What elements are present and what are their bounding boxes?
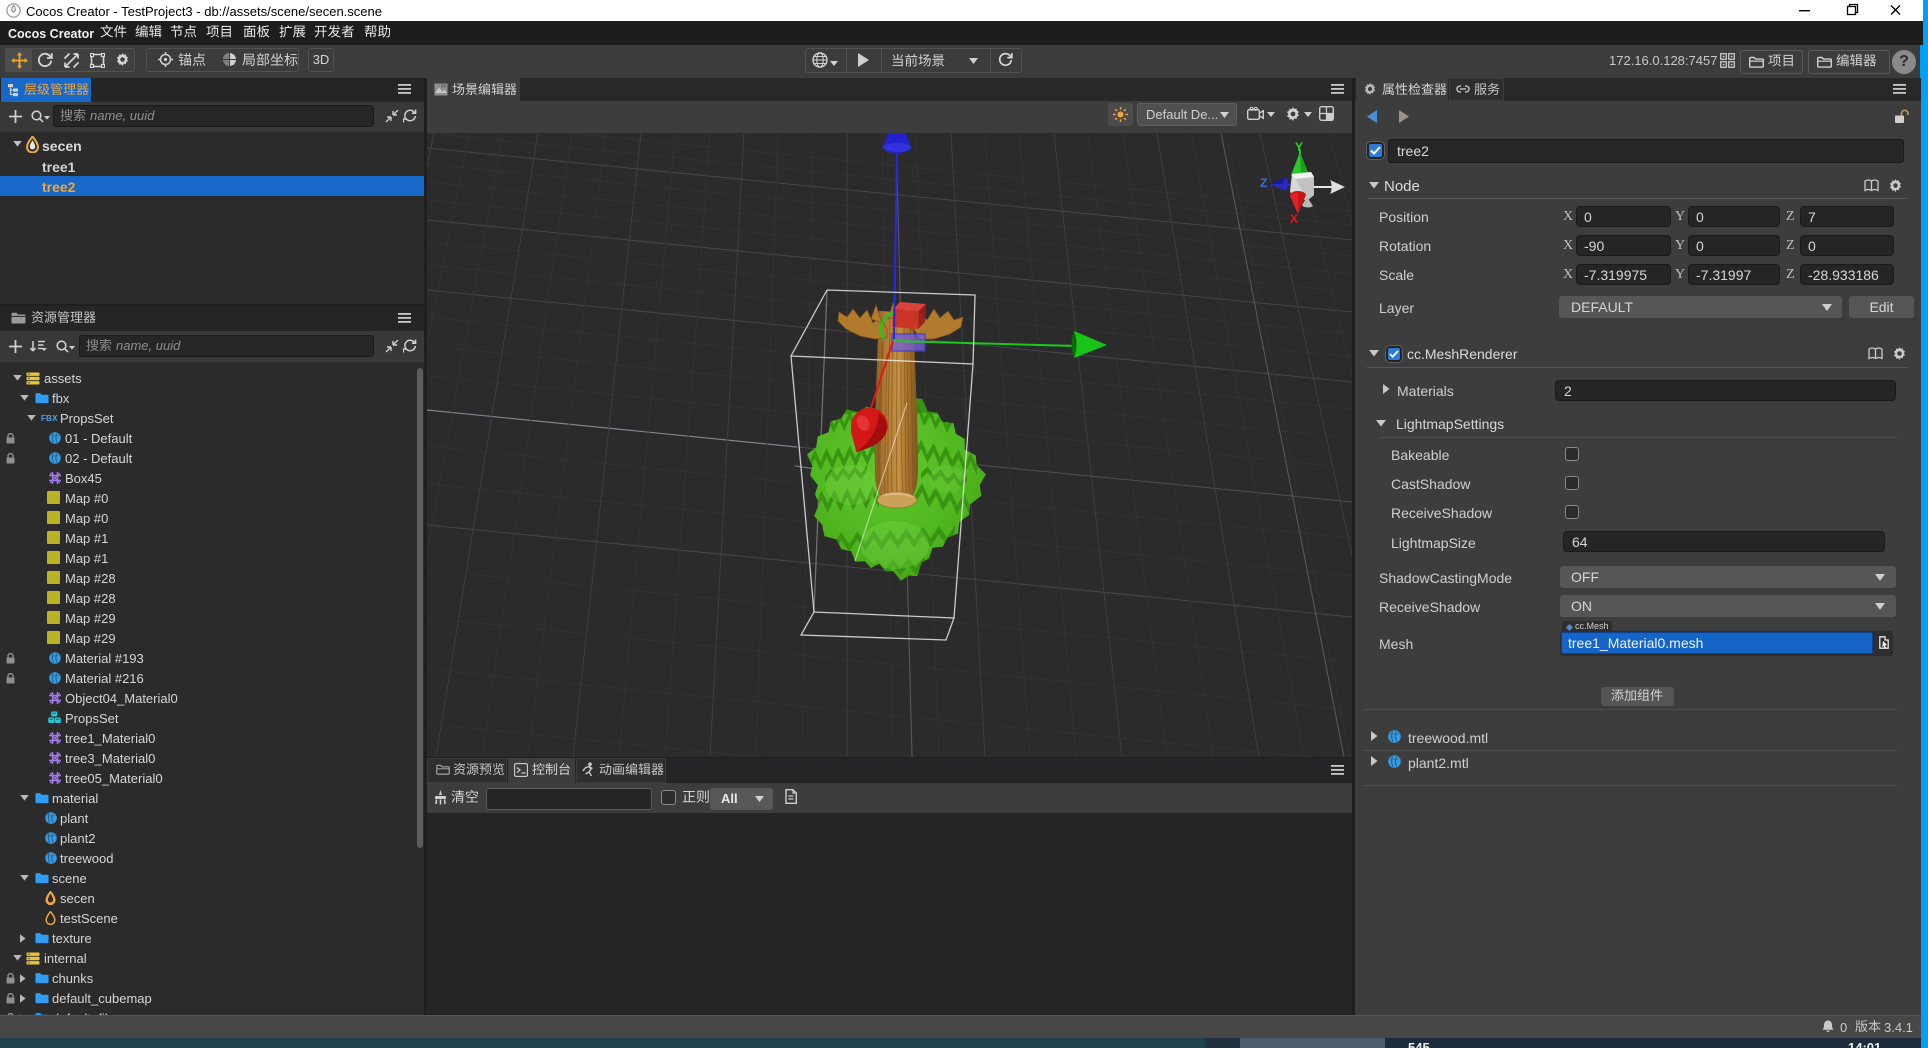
svg-text:Z: Z: [1260, 176, 1267, 190]
svg-text:X: X: [1290, 212, 1298, 226]
